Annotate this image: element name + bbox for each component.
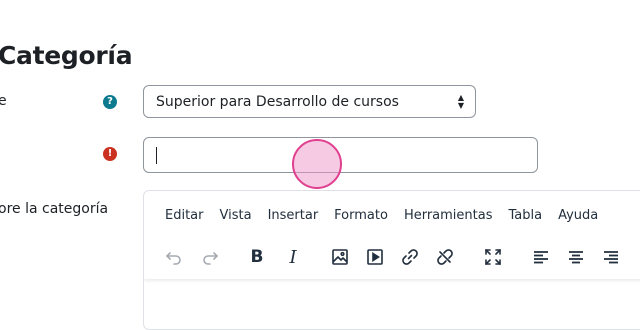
menu-formato[interactable]: Formato <box>334 208 388 223</box>
required-icon: ! <box>103 147 117 161</box>
unlink-icon[interactable] <box>430 239 460 275</box>
fullscreen-icon[interactable] <box>478 239 508 275</box>
redo-icon[interactable] <box>195 239 225 275</box>
menu-tabla[interactable]: Tabla <box>509 208 543 223</box>
media-icon[interactable] <box>360 239 390 275</box>
align-center-icon[interactable] <box>561 239 591 275</box>
parent-category-label: e <box>0 93 7 109</box>
description-label: ore la categoría <box>0 201 109 217</box>
editor-menubar: Editar Vista Insertar Formato Herramient… <box>144 191 640 239</box>
editor-toolbar: B I <box>144 239 640 279</box>
undo-icon[interactable] <box>159 239 189 275</box>
text-caret <box>156 147 157 164</box>
click-indicator <box>292 139 342 189</box>
align-right-icon[interactable] <box>596 239 626 275</box>
menu-insertar[interactable]: Insertar <box>268 208 319 223</box>
rich-text-editor[interactable]: Editar Vista Insertar Formato Herramient… <box>143 190 640 330</box>
help-icon[interactable]: ? <box>103 95 117 109</box>
parent-category-selected-value: Superior para Desarrollo de cursos <box>156 93 399 110</box>
menu-ayuda[interactable]: Ayuda <box>558 208 598 223</box>
menu-herramientas[interactable]: Herramientas <box>404 208 493 223</box>
menu-editar[interactable]: Editar <box>165 208 204 223</box>
page-title: Categoría <box>0 41 133 70</box>
align-left-icon[interactable] <box>526 239 556 275</box>
parent-category-select[interactable]: Superior para Desarrollo de cursos ▲ ▼ <box>143 85 476 118</box>
image-icon[interactable] <box>325 239 355 275</box>
menu-vista[interactable]: Vista <box>220 208 252 223</box>
link-icon[interactable] <box>395 239 425 275</box>
select-arrows-icon: ▲ ▼ <box>457 93 464 110</box>
italic-icon[interactable]: I <box>278 239 308 275</box>
bold-icon[interactable]: B <box>242 239 272 275</box>
